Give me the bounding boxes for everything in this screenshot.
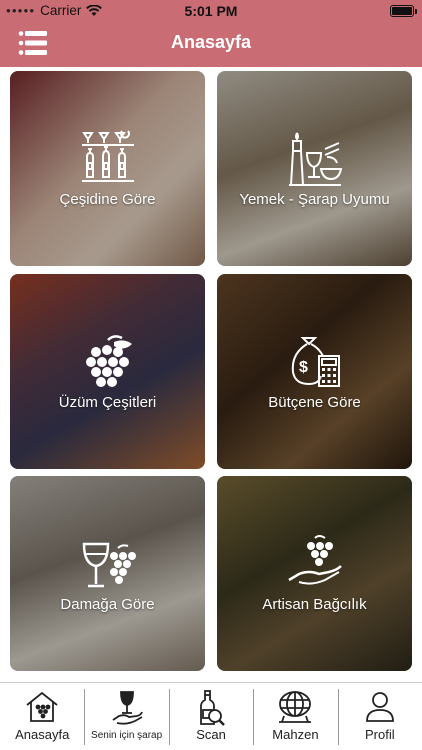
tab-scan[interactable]: Scan	[168, 683, 253, 750]
tile-butcene-gore[interactable]: $ Bütçene Göre	[217, 274, 412, 469]
wine-glass-grapes-icon	[82, 542, 136, 588]
scan-bottle-icon	[200, 690, 225, 726]
tab-profil[interactable]: Profil	[337, 683, 422, 750]
hand-grapes-icon	[287, 535, 342, 585]
tile-uzum-cesitleri[interactable]: Üzüm Çeşitleri	[10, 274, 205, 469]
status-time: 5:01 PM	[184, 3, 238, 19]
barrel-icon	[279, 691, 312, 723]
wine-bottles-icon	[81, 130, 134, 182]
tab-label: Profil	[365, 727, 395, 742]
page-title: Anasayfa	[170, 32, 252, 52]
tile-label: Damağa Göre	[60, 596, 155, 613]
tab-label: Mahzen	[272, 727, 319, 742]
hand-wine-icon	[112, 691, 143, 725]
tile-label: Çeşidine Göre	[59, 191, 156, 208]
tile-label: Üzüm Çeşitleri	[58, 394, 157, 411]
tab-senin-icin-sarap[interactable]: Senin için şarap	[84, 683, 168, 750]
tab-label: Anasayfa	[15, 727, 70, 742]
tab-label: Scan	[196, 727, 226, 742]
tile-label: Yemek - Şarap Uyumu	[239, 191, 390, 208]
tile-label: Bütçene Göre	[268, 394, 361, 411]
tab-mahzen[interactable]: Mahzen	[253, 683, 337, 750]
tab-anasayfa[interactable]: Anasayfa	[0, 683, 84, 750]
food-wine-pairing-icon	[288, 132, 342, 186]
tile-cesidine-gore[interactable]: Çeşidine Göre	[10, 71, 205, 266]
tile-label: Artisan Bağcılık	[262, 596, 367, 613]
top-bar: ●●●●● Carrier 5:01 PM Anasayfa	[0, 0, 422, 67]
tab-label: Senin için şarap	[91, 730, 163, 741]
tile-damaga-gore[interactable]: Damağa Göre	[10, 476, 205, 671]
battery-icon	[390, 5, 417, 17]
money-bag-icon: $	[291, 337, 340, 387]
status-bar: ●●●●● Carrier 5:01 PM	[0, 0, 422, 22]
tile-yemek-sarap-uyumu[interactable]: Yemek - Şarap Uyumu	[217, 71, 412, 266]
tile-artisan-bagcilik[interactable]: Artisan Bağcılık	[217, 476, 412, 671]
person-icon	[365, 692, 394, 722]
grapes-icon	[85, 335, 132, 387]
tab-bar: Anasayfa Senin için şarap Scan Mahzen Pr…	[0, 682, 422, 750]
home-grapes-icon	[26, 691, 58, 722]
svg-text:$: $	[299, 359, 308, 376]
